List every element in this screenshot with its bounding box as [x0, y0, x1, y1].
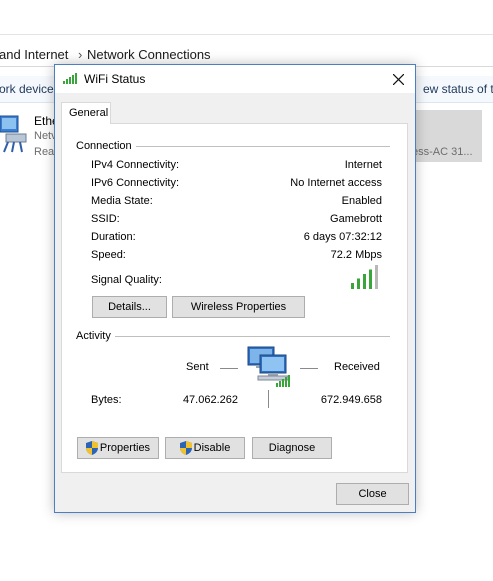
ethernet-adapter-icon: [0, 115, 27, 153]
signal-bar: [369, 269, 372, 289]
activity-group-line: [76, 336, 390, 337]
signal-bar: [351, 283, 354, 289]
signal-quality-label: Signal Quality:: [91, 274, 162, 286]
breadcrumb-current[interactable]: Network Connections: [87, 47, 211, 62]
close-icon: [392, 73, 404, 85]
close-button[interactable]: Close: [336, 483, 409, 505]
sent-line: [220, 368, 238, 369]
media-state-label: Media State:: [91, 195, 153, 207]
duration-label: Duration:: [91, 231, 136, 243]
ipv4-label: IPv4 Connectivity:: [91, 159, 180, 171]
received-line: [300, 368, 318, 369]
close-window-button[interactable]: [381, 65, 415, 93]
ipv4-value: Internet: [344, 159, 382, 171]
network-computers-icon: [247, 346, 290, 387]
ethernet-adapter: Rea: [34, 146, 55, 158]
signal-bar: [375, 265, 378, 289]
signal-bar: [363, 274, 366, 289]
breadcrumb-separator: ›: [78, 47, 83, 62]
ethernet-connection-item[interactable]: Ethe Netv Rea: [0, 110, 59, 164]
wifi-adapter-name: ess-AC 31...: [412, 146, 473, 158]
wireless-properties-button[interactable]: Wireless Properties: [172, 296, 305, 318]
received-label: Received: [334, 361, 380, 373]
admin-shield-icon: [85, 441, 98, 455]
speed-value: 72.2 Mbps: [330, 249, 382, 261]
tab-general[interactable]: General: [61, 102, 111, 124]
explorer-title-area: [0, 0, 493, 35]
tab-general-label: General: [69, 107, 109, 119]
command-view-status[interactable]: ew status of th: [423, 82, 493, 96]
wifi-status-dialog: WiFi Status General Connection IPv4 Conn…: [54, 64, 416, 513]
speed-label: Speed:: [91, 249, 126, 261]
disable-button[interactable]: Disable: [165, 437, 245, 459]
bytes-label: Bytes:: [91, 394, 122, 406]
bytes-sent-value: 47.062.262: [182, 394, 238, 406]
properties-label: Properties: [99, 442, 151, 454]
breadcrumb-parent[interactable]: and Internet: [0, 47, 68, 62]
bytes-received-value: 672.949.658: [320, 394, 382, 406]
connection-section-label: Connection: [76, 140, 136, 152]
general-panel: Connection IPv4 Connectivity: Internet I…: [61, 123, 408, 473]
media-state-value: Enabled: [341, 195, 382, 207]
ipv6-value: No Internet access: [290, 177, 382, 189]
properties-button[interactable]: Properties: [77, 437, 159, 459]
command-disable-network-device[interactable]: ork device: [0, 82, 54, 96]
sent-label: Sent: [186, 361, 209, 373]
activity-section-label: Activity: [76, 330, 115, 342]
admin-shield-icon: [179, 441, 192, 455]
signal-bar: [357, 278, 360, 289]
dialog-titlebar[interactable]: WiFi Status: [55, 65, 415, 93]
signal-strength-icon: [63, 73, 77, 84]
disable-label: Disable: [193, 442, 231, 454]
ssid-label: SSID:: [91, 213, 120, 225]
wifi-connection-item-selected[interactable]: ess-AC 31...: [412, 110, 482, 162]
details-button[interactable]: Details...: [92, 296, 167, 318]
ipv6-label: IPv6 Connectivity:: [91, 177, 180, 189]
diagnose-button[interactable]: Diagnose: [252, 437, 332, 459]
duration-value: 6 days 07:32:12: [303, 231, 382, 243]
signal-quality-icon: [351, 265, 378, 289]
dialog-title: WiFi Status: [84, 72, 146, 86]
ssid-value: Gamebrott: [330, 213, 382, 225]
activity-divider: [268, 390, 269, 408]
